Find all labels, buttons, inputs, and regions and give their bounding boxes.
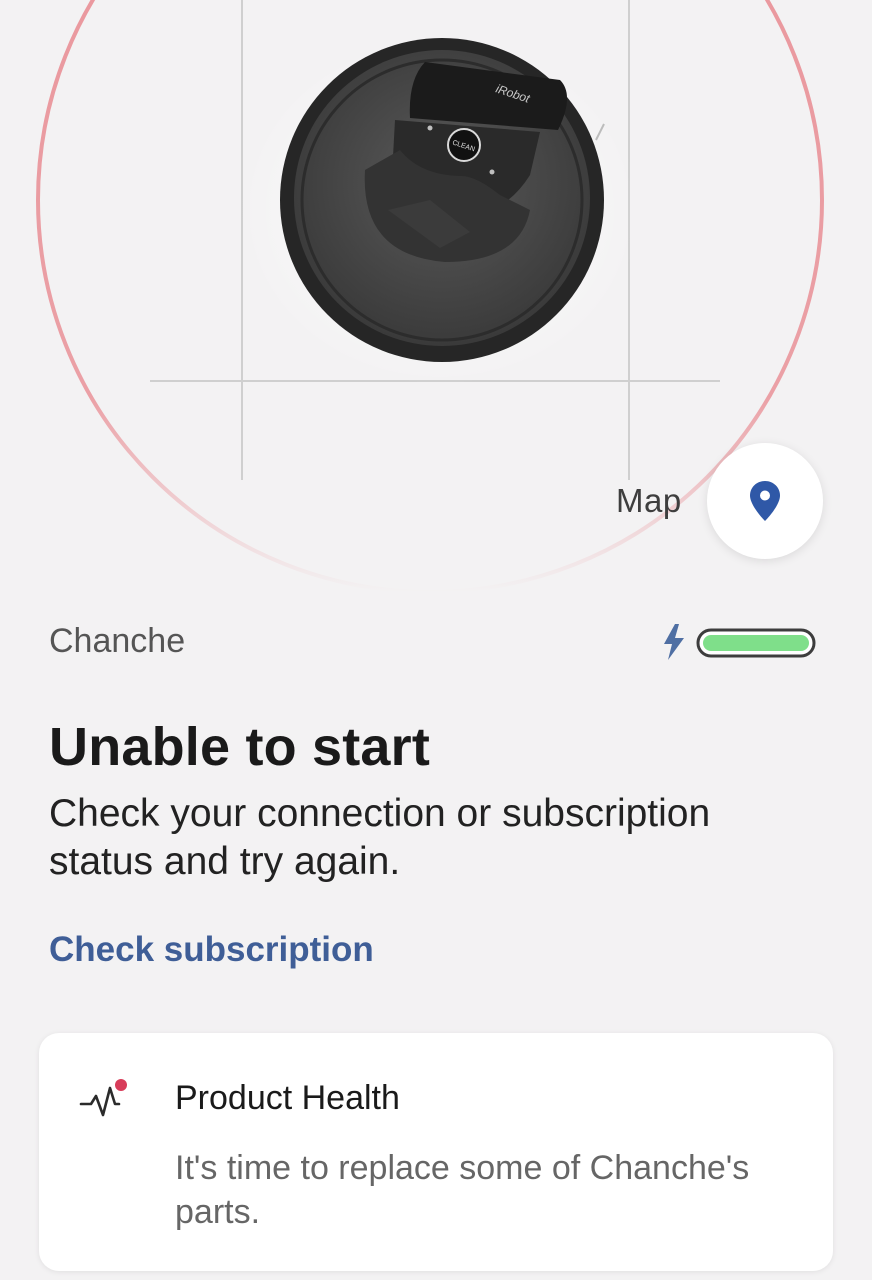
pulse-alert-icon — [79, 1077, 131, 1121]
status-message: Check your connection or subscription st… — [49, 792, 711, 883]
battery-indicator — [658, 620, 818, 664]
status-title: Unable to start — [49, 717, 431, 777]
lightning-icon — [664, 624, 684, 660]
product-health-message: It's time to replace some of Chanche's p… — [175, 1149, 750, 1231]
robot-name: Chanche — [49, 622, 186, 660]
map-label: Map — [616, 482, 682, 519]
check-subscription-link[interactable]: Check subscription — [49, 930, 374, 970]
product-health-title: Product Health — [175, 1079, 400, 1117]
map-button[interactable] — [707, 443, 823, 559]
battery-fill — [703, 635, 809, 651]
robot-image: CLEAN iRobot — [280, 38, 605, 362]
product-health-card[interactable]: Product Health It's time to replace some… — [39, 1033, 833, 1271]
map-pin-icon — [750, 481, 780, 521]
